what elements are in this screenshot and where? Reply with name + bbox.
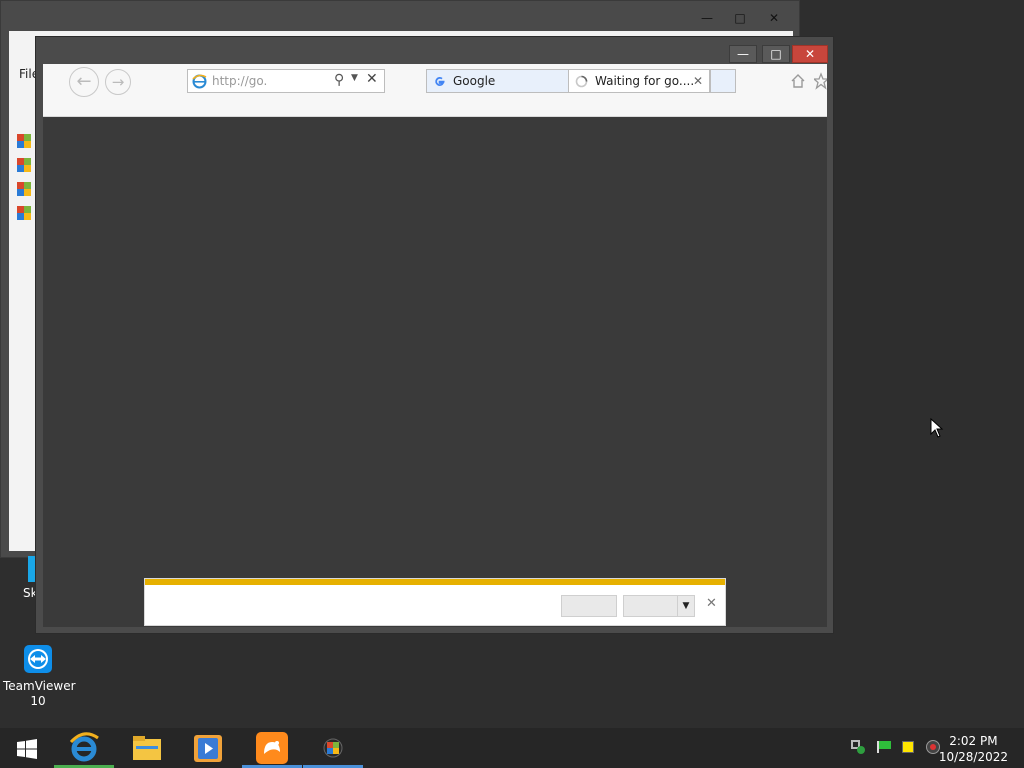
app-icon[interactable]: [17, 158, 31, 172]
display-icon[interactable]: [902, 741, 914, 753]
maximize-button[interactable]: □: [762, 45, 790, 63]
mouse-cursor-icon: [930, 418, 944, 438]
app-icon: [323, 738, 343, 758]
taskbar-uc-browser[interactable]: [242, 728, 302, 768]
favorites-icon[interactable]: [814, 72, 827, 90]
tab-google[interactable]: Google: [426, 69, 569, 93]
maximize-button[interactable]: □: [726, 10, 754, 28]
tab-label: Waiting for go....: [595, 74, 695, 88]
flag-icon[interactable]: [877, 741, 891, 753]
ie-page-icon: [192, 74, 207, 89]
chevron-down-icon[interactable]: ▼: [351, 73, 358, 83]
chevron-down-icon[interactable]: ▼: [677, 595, 695, 617]
clock[interactable]: 2:02 PM 10/28/2022: [939, 733, 1008, 765]
search-icon[interactable]: ⚲: [334, 72, 344, 88]
browser-window[interactable]: — □ ✕ ← → http://go. ⚲ ▼ ✕ Google Waitin…: [35, 36, 834, 634]
back-button[interactable]: ←: [69, 67, 99, 97]
browser-toolbar: ← → http://go. ⚲ ▼ ✕ Google Waiting for …: [43, 64, 827, 117]
desktop-icon-label: TeamViewer 10: [3, 679, 76, 708]
app-icon[interactable]: [17, 206, 31, 220]
page-content[interactable]: [43, 117, 827, 627]
minimize-button[interactable]: —: [729, 45, 757, 63]
home-icon[interactable]: [790, 73, 806, 89]
stop-icon[interactable]: ✕: [366, 71, 378, 87]
clock-time: 2:02 PM: [949, 734, 998, 748]
close-button[interactable]: ✕: [760, 10, 788, 28]
media-player-icon: [194, 735, 222, 762]
forward-button[interactable]: →: [105, 69, 131, 95]
windows-logo-icon: [17, 739, 37, 759]
internet-explorer-icon: [69, 732, 99, 762]
clock-date: 10/28/2022: [938, 750, 1008, 764]
uc-browser-icon: [256, 732, 288, 764]
taskbar-internet-explorer[interactable]: [54, 728, 114, 768]
loading-spinner-icon: [575, 75, 588, 88]
start-button[interactable]: [0, 728, 54, 768]
taskbar: 2:02 PM 10/28/2022: [0, 728, 1024, 768]
address-input[interactable]: http://go.: [212, 74, 267, 88]
taskbar-media-player[interactable]: [178, 728, 238, 768]
taskbar-file-explorer[interactable]: [117, 728, 177, 768]
taskbar-app[interactable]: [303, 728, 363, 768]
tab-label: Google: [453, 74, 496, 88]
notification-button-2[interactable]: [623, 595, 679, 617]
network-icon[interactable]: [851, 740, 865, 754]
new-tab-button[interactable]: [710, 69, 736, 93]
notification-button-1[interactable]: [561, 595, 617, 617]
close-button[interactable]: ✕: [792, 45, 828, 63]
minimize-button[interactable]: —: [693, 10, 721, 28]
app-icon[interactable]: [17, 134, 31, 148]
address-bar[interactable]: http://go. ⚲ ▼ ✕: [187, 69, 385, 93]
desktop-icon-teamviewer[interactable]: TeamViewer 10: [3, 643, 76, 709]
tab-waiting[interactable]: Waiting for go.... ✕: [568, 69, 710, 93]
teamviewer-icon: [24, 645, 52, 673]
close-icon[interactable]: ✕: [706, 596, 717, 611]
notification-bar: ▼ ✕: [144, 578, 726, 626]
file-explorer-icon: [133, 736, 161, 760]
google-icon: [435, 77, 445, 86]
app-icon[interactable]: [17, 182, 31, 196]
close-tab-icon[interactable]: ✕: [693, 70, 703, 92]
notification-accent: [145, 579, 725, 585]
